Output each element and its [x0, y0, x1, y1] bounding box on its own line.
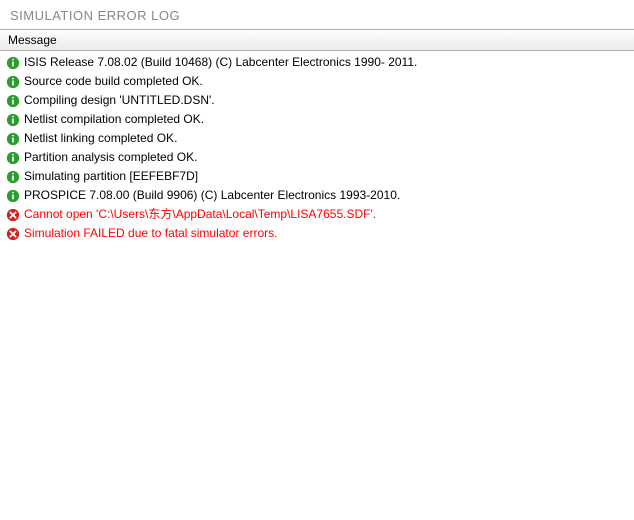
log-message: ISIS Release 7.08.02 (Build 10468) (C) L…: [24, 54, 417, 71]
info-icon: [6, 151, 20, 165]
window-title: SIMULATION ERROR LOG: [0, 0, 634, 29]
log-row[interactable]: PROSPICE 7.08.00 (Build 9906) (C) Labcen…: [4, 186, 630, 205]
log-list: ISIS Release 7.08.02 (Build 10468) (C) L…: [0, 51, 634, 245]
log-row[interactable]: Simulating partition [EEFEBF7D]: [4, 167, 630, 186]
column-header-message[interactable]: Message: [0, 29, 634, 51]
log-row[interactable]: Netlist compilation completed OK.: [4, 110, 630, 129]
log-message: PROSPICE 7.08.00 (Build 9906) (C) Labcen…: [24, 187, 400, 204]
log-row[interactable]: Compiling design 'UNTITLED.DSN'.: [4, 91, 630, 110]
log-row[interactable]: Netlist linking completed OK.: [4, 129, 630, 148]
log-message: Cannot open 'C:\Users\东方\AppData\Local\T…: [24, 206, 376, 223]
log-message: Simulating partition [EEFEBF7D]: [24, 168, 198, 185]
log-message: Source code build completed OK.: [24, 73, 203, 90]
log-row[interactable]: Cannot open 'C:\Users\东方\AppData\Local\T…: [4, 205, 630, 224]
log-row[interactable]: Source code build completed OK.: [4, 72, 630, 91]
info-icon: [6, 94, 20, 108]
error-icon: [6, 227, 20, 241]
log-row[interactable]: ISIS Release 7.08.02 (Build 10468) (C) L…: [4, 53, 630, 72]
log-message: Netlist compilation completed OK.: [24, 111, 204, 128]
info-icon: [6, 189, 20, 203]
info-icon: [6, 75, 20, 89]
log-message: Compiling design 'UNTITLED.DSN'.: [24, 92, 215, 109]
info-icon: [6, 170, 20, 184]
log-message: Simulation FAILED due to fatal simulator…: [24, 225, 277, 242]
info-icon: [6, 132, 20, 146]
log-row[interactable]: Partition analysis completed OK.: [4, 148, 630, 167]
error-icon: [6, 208, 20, 222]
info-icon: [6, 113, 20, 127]
info-icon: [6, 56, 20, 70]
log-message: Netlist linking completed OK.: [24, 130, 177, 147]
log-row[interactable]: Simulation FAILED due to fatal simulator…: [4, 224, 630, 243]
log-message: Partition analysis completed OK.: [24, 149, 197, 166]
